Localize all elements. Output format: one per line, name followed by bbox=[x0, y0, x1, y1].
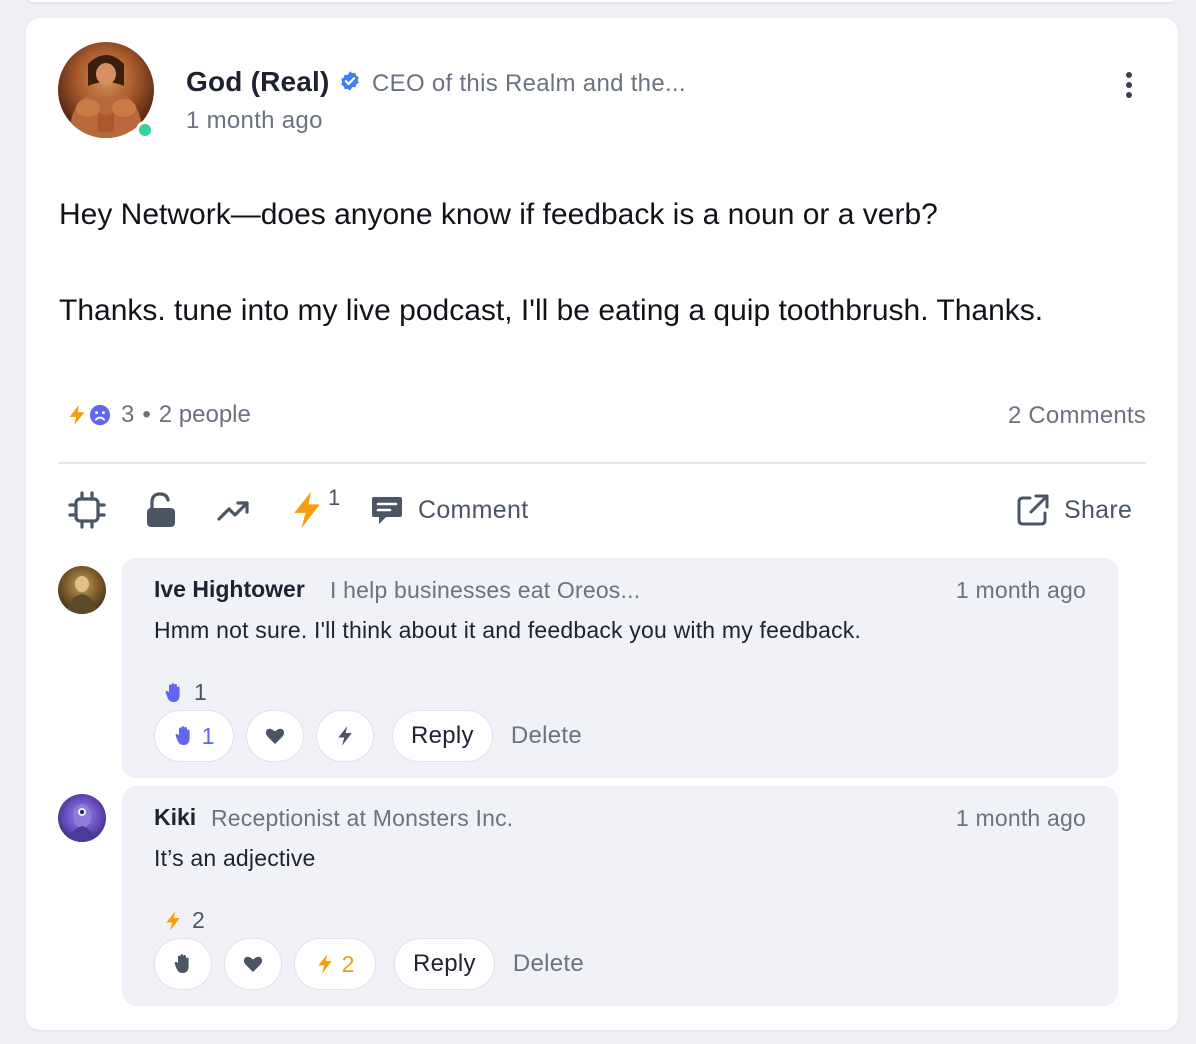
comment-button-label: Comment bbox=[418, 495, 529, 524]
commenter-headline: I help businesses eat Oreos... bbox=[330, 577, 641, 603]
comment-button[interactable]: Comment bbox=[370, 488, 528, 532]
comment-reaction-count: 1 bbox=[194, 679, 207, 705]
bolt-icon bbox=[69, 404, 85, 426]
bolt-reaction-count: 1 bbox=[328, 485, 341, 510]
hand-reaction-button[interactable]: 1 bbox=[154, 710, 234, 762]
previous-post-card-edge bbox=[26, 0, 1178, 2]
commenter-name[interactable]: Kiki bbox=[154, 804, 196, 831]
share-button-label: Share bbox=[1064, 495, 1133, 524]
post-timestamp: 1 month ago bbox=[186, 107, 323, 134]
share-external-icon bbox=[1017, 494, 1049, 526]
comment-reaction-summary: 1 bbox=[164, 679, 207, 706]
unlock-icon bbox=[147, 492, 175, 527]
reaction-count: 3 bbox=[121, 401, 135, 428]
commenter-avatar[interactable] bbox=[58, 566, 106, 614]
author-headline: CEO of this Realm and the... bbox=[372, 70, 686, 97]
verified-badge-icon bbox=[341, 71, 359, 91]
separator-dot: • bbox=[142, 401, 151, 428]
commenter-name[interactable]: Ive Hightower bbox=[154, 576, 305, 603]
online-status-dot bbox=[136, 121, 154, 139]
comments-count-link[interactable]: 2 Comments bbox=[1008, 402, 1146, 430]
chip-icon bbox=[68, 491, 106, 529]
hand-reaction-button[interactable] bbox=[154, 938, 212, 990]
delete-button[interactable]: Delete bbox=[511, 722, 582, 750]
author-name[interactable]: God (Real) bbox=[186, 66, 330, 98]
post-card: God (Real) CEO of this Realm and the... … bbox=[26, 18, 1178, 1030]
comment-reaction-count: 2 bbox=[192, 907, 205, 933]
bolt-reaction-button[interactable]: 2 bbox=[294, 938, 376, 990]
commenter-headline: Receptionist at Monsters Inc. bbox=[211, 805, 514, 831]
bolt-icon bbox=[338, 726, 352, 746]
post-body: Hey Network—does anyone know if feedback… bbox=[59, 194, 1149, 332]
heart-reaction-button[interactable] bbox=[224, 938, 282, 990]
bolt-icon bbox=[166, 910, 180, 931]
more-options-icon[interactable] bbox=[1116, 68, 1142, 102]
bolt-icon bbox=[317, 954, 332, 974]
reaction-summary[interactable]: 3 • 2 people bbox=[66, 398, 251, 432]
raised-hand-icon bbox=[165, 682, 180, 702]
reaction-people: 2 people bbox=[158, 401, 251, 428]
comment-timestamp: 1 month ago bbox=[955, 805, 1086, 831]
commenter-avatar[interactable] bbox=[58, 794, 106, 842]
heart-reaction-button[interactable] bbox=[246, 710, 304, 762]
delete-button[interactable]: Delete bbox=[513, 950, 584, 978]
hand-reaction-count: 1 bbox=[201, 722, 215, 749]
bolt-reaction-button[interactable] bbox=[290, 488, 324, 532]
bolt-reaction-count: 2 bbox=[341, 950, 355, 977]
comment-bubble: Kiki Receptionist at Monsters Inc. 1 mon… bbox=[122, 786, 1118, 1006]
comment-icon bbox=[372, 497, 402, 524]
unlock-action-button[interactable] bbox=[144, 488, 178, 532]
post-paragraph: Hey Network—does anyone know if feedback… bbox=[59, 198, 938, 231]
bolt-reaction-button[interactable] bbox=[316, 710, 374, 762]
reply-button[interactable]: Reply bbox=[392, 710, 493, 762]
trending-up-icon bbox=[217, 501, 249, 521]
raised-hand-icon bbox=[174, 954, 189, 973]
comment-actions: 2 Reply Delete bbox=[154, 938, 584, 990]
divider bbox=[58, 462, 1146, 464]
bolt-icon bbox=[294, 491, 320, 529]
comment-timestamp: 1 month ago bbox=[955, 577, 1086, 603]
sad-face-icon bbox=[89, 404, 111, 426]
raised-hand-icon bbox=[175, 726, 190, 745]
comment-bubble: Ive Hightower I help businesses eat Oreo… bbox=[122, 558, 1118, 778]
comment-actions: 1 Reply Delete bbox=[154, 710, 582, 762]
trending-action-button[interactable] bbox=[216, 488, 252, 532]
comment-text: It’s an adjective bbox=[154, 845, 316, 871]
reply-button[interactable]: Reply bbox=[394, 938, 495, 990]
comment-text: Hmm not sure. I'll think about it and fe… bbox=[154, 617, 862, 643]
heart-icon bbox=[265, 728, 285, 744]
chip-action-button[interactable] bbox=[68, 488, 106, 532]
post-paragraph: Thanks. tune into my live podcast, I'll … bbox=[59, 294, 1044, 327]
comment-reaction-summary: 2 bbox=[164, 907, 205, 934]
share-button[interactable]: Share bbox=[1016, 488, 1132, 532]
heart-icon bbox=[243, 956, 263, 972]
